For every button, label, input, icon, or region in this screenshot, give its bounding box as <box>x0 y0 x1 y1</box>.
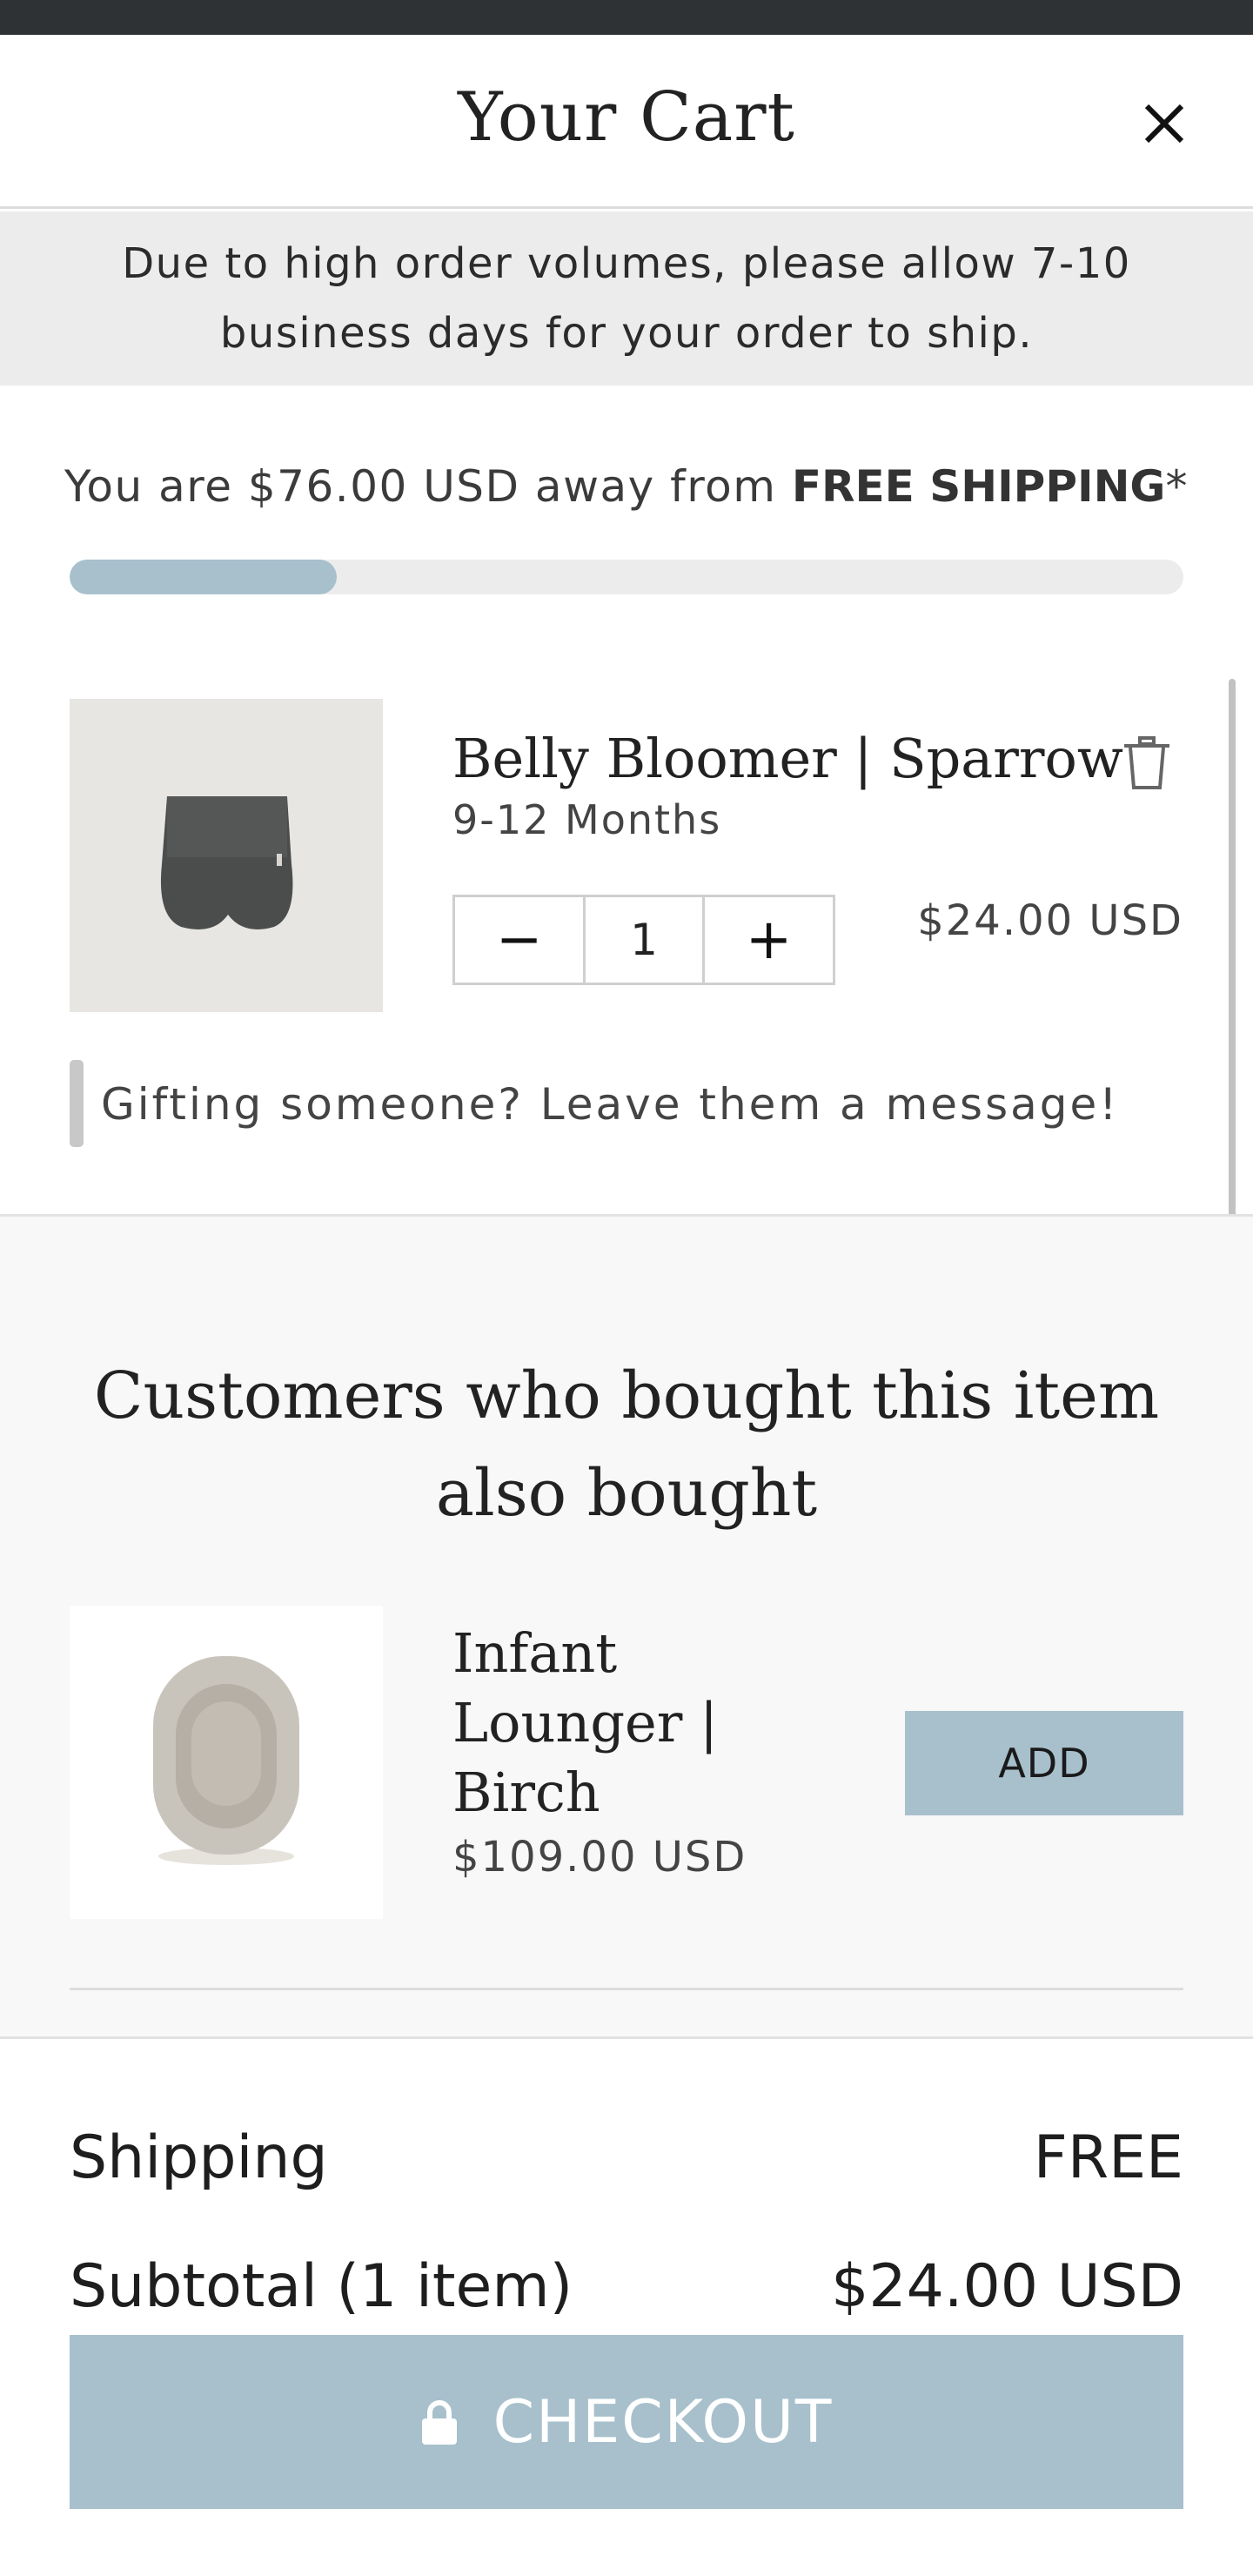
checkout-label: CHECKOUT <box>492 2387 834 2457</box>
lounger-photo <box>70 1606 383 1919</box>
increase-quantity-button[interactable]: + <box>705 897 833 983</box>
cart-header: Your Cart <box>0 35 1253 209</box>
free-shipping-emphasis: FREE SHIPPING <box>791 461 1166 512</box>
checkout-button[interactable]: CHECKOUT <box>70 2335 1183 2509</box>
cart-summary: Shipping FREE Subtotal (1 item) $24.00 U… <box>0 2036 1253 2576</box>
upsell-section: Customers who bought this item also boug… <box>0 1214 1253 2036</box>
cart-title: Your Cart <box>458 78 795 157</box>
cart-item-variant: 9-12 Months <box>452 796 722 843</box>
free-shipping-message: You are $76.00 USD away from FREE SHIPPI… <box>0 461 1253 512</box>
gift-message-bar <box>70 1060 84 1147</box>
lock-icon <box>421 2400 457 2445</box>
shipping-notice: Due to high order volumes, please allow … <box>0 211 1253 386</box>
status-bar <box>0 0 1253 35</box>
upsell-divider <box>70 1988 1183 1990</box>
gift-message-field[interactable]: Gifting someone? Leave them a message! <box>70 1060 1157 1147</box>
subtotal-row: Subtotal (1 item) $24.00 USD <box>70 2252 1183 2321</box>
cart-item-name[interactable]: Belly Bloomer | Sparrow <box>452 727 1123 790</box>
shipping-notice-text: Due to high order volumes, please allow … <box>122 239 1131 358</box>
add-upsell-button[interactable]: ADD <box>905 1711 1183 1815</box>
quantity-stepper: − 1 + <box>452 895 835 985</box>
cart-item-price: $24.00 USD <box>917 896 1183 945</box>
remove-item-button[interactable] <box>1122 735 1171 791</box>
upsell-product-name[interactable]: Infant Lounger | Birch <box>452 1619 818 1828</box>
subtotal-label: Subtotal (1 item) <box>70 2252 573 2321</box>
free-shipping-progress-fill <box>70 560 338 594</box>
product-image-infant-lounger[interactable] <box>70 1606 383 1919</box>
free-shipping-suffix: * <box>1165 461 1189 512</box>
product-image-belly-bloomer[interactable] <box>70 699 383 1012</box>
shipping-value: FREE <box>1033 2123 1183 2192</box>
product-photo <box>70 699 383 1012</box>
gift-message-placeholder: Gifting someone? Leave them a message! <box>101 1079 1120 1130</box>
decrease-quantity-button[interactable]: − <box>455 897 583 983</box>
trash-icon <box>1124 736 1169 789</box>
quantity-value[interactable]: 1 <box>583 897 705 983</box>
upsell-heading: Customers who bought this item also boug… <box>93 1358 1160 1531</box>
subtotal-value: $24.00 USD <box>831 2252 1183 2321</box>
close-button[interactable] <box>1136 96 1192 151</box>
shipping-label: Shipping <box>70 2123 328 2192</box>
free-shipping-progress <box>70 560 1183 594</box>
shipping-row: Shipping FREE <box>70 2123 1183 2192</box>
free-shipping-prefix: You are $76.00 USD away from <box>64 461 792 512</box>
upsell-product-price: $109.00 USD <box>452 1833 747 1882</box>
close-icon <box>1144 104 1184 144</box>
